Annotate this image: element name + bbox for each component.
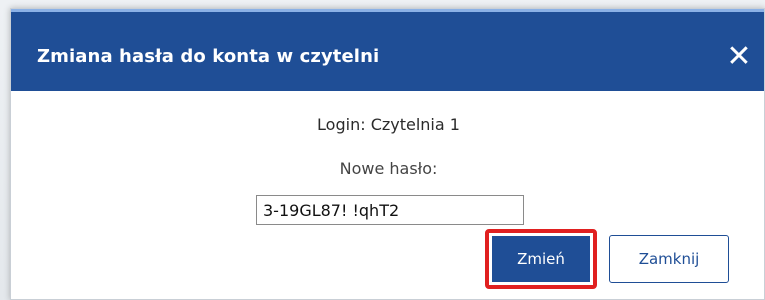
dialog-titlebar: Zmiana hasła do konta w czytelni ✕ (11, 9, 764, 91)
new-password-input[interactable] (256, 195, 524, 225)
dialog-title: Zmiana hasła do konta w czytelni (37, 46, 380, 67)
close-icon[interactable]: ✕ (722, 40, 756, 74)
change-password-dialog: Zmiana hasła do konta w czytelni ✕ Login… (10, 8, 765, 300)
new-password-label: Nowe hasło: (339, 159, 438, 178)
close-button[interactable]: Zamknij (609, 235, 729, 283)
login-label: Login: Czytelnia 1 (317, 115, 460, 134)
change-button[interactable]: Zmień (492, 236, 590, 282)
submit-button-highlight: Zmień (485, 229, 597, 289)
